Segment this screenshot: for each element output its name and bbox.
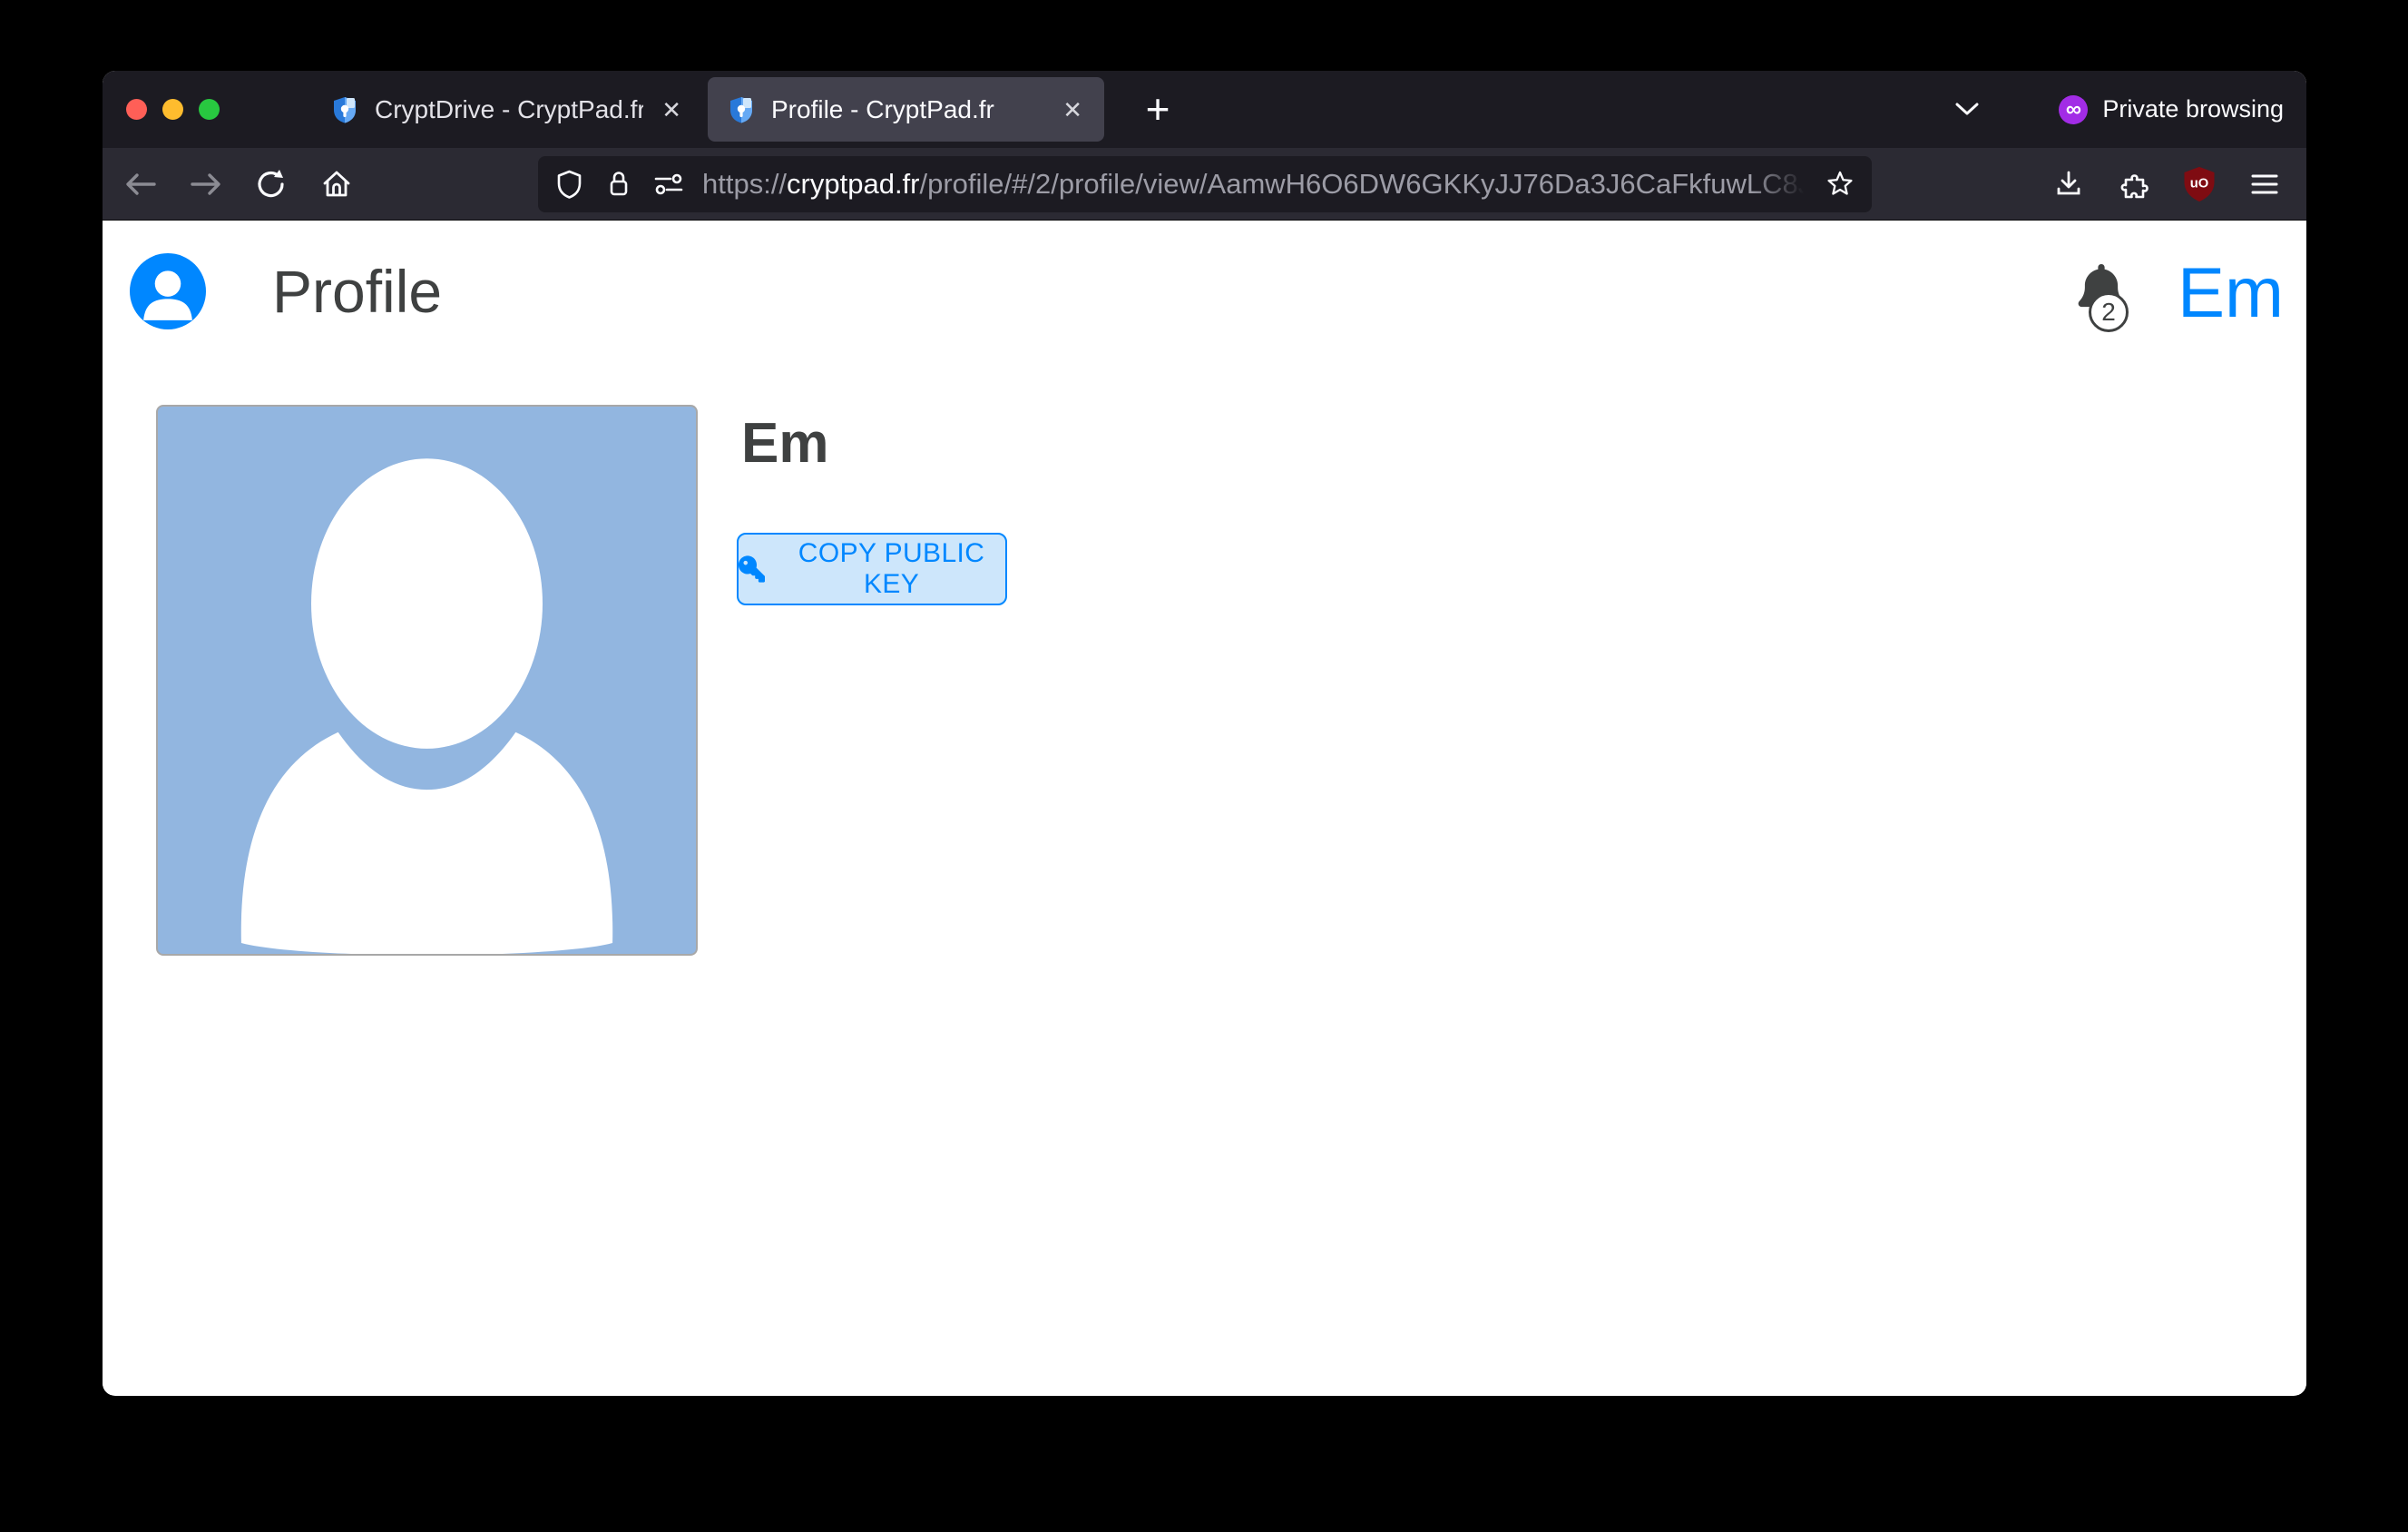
url-domain: cryptpad.fr	[787, 168, 919, 200]
new-tab-button[interactable]: +	[1132, 83, 1183, 134]
home-icon	[320, 168, 353, 201]
cryptpad-favicon	[329, 94, 360, 125]
menu-button[interactable]	[2241, 161, 2288, 208]
downloads-button[interactable]	[2045, 161, 2092, 208]
cryptpad-user-logo[interactable]	[130, 253, 206, 329]
url-path: /profile/#/2/profile/view/AamwH6O6DW6GKK…	[920, 168, 1815, 200]
private-browsing-label: Private browsing	[2102, 95, 2284, 123]
url-scheme: https://	[702, 168, 787, 200]
reload-icon	[255, 168, 288, 201]
navigation-toolbar: https://cryptpad.fr/profile/#/2/profile/…	[103, 148, 2306, 221]
user-menu-link[interactable]: Em	[2178, 257, 2284, 328]
private-browsing-indicator: ∞ Private browsing	[2059, 71, 2284, 148]
home-button[interactable]	[313, 161, 360, 208]
forward-button[interactable]	[182, 161, 230, 208]
chevron-down-icon	[1953, 100, 1981, 118]
tab-bar: CryptDrive - CryptPad.fr ✕ Profile - Cry…	[103, 71, 2306, 148]
list-all-tabs-button[interactable]	[1947, 91, 1987, 127]
nav-buttons	[103, 161, 360, 208]
tracking-protection-shield-icon[interactable]	[554, 169, 584, 200]
notification-count-badge: 2	[2089, 292, 2129, 332]
cryptpad-header: Profile	[130, 221, 442, 361]
copy-public-key-label: COPY PUBLIC KEY	[778, 538, 1005, 600]
puzzle-piece-icon	[2118, 168, 2150, 201]
permissions-settings-icon[interactable]	[653, 171, 684, 198]
svg-text:uO: uO	[2190, 176, 2209, 191]
forward-arrow-icon	[189, 170, 223, 199]
browser-window: CryptDrive - CryptPad.fr ✕ Profile - Cry…	[103, 71, 2306, 1396]
profile-avatar	[156, 405, 698, 956]
private-browsing-mask-icon: ∞	[2059, 95, 2088, 124]
tab-title: CryptDrive - CryptPad.fr	[375, 95, 643, 124]
back-arrow-icon	[123, 170, 158, 199]
close-window-button[interactable]	[126, 99, 147, 120]
key-icon	[739, 555, 765, 584]
site-security-icons	[554, 169, 684, 200]
url-field[interactable]: https://cryptpad.fr/profile/#/2/profile/…	[702, 168, 1814, 201]
hamburger-icon	[2249, 172, 2280, 197]
ublock-shield-icon: uO	[2181, 164, 2217, 204]
address-bar[interactable]: https://cryptpad.fr/profile/#/2/profile/…	[538, 156, 1872, 212]
cryptpad-favicon	[726, 94, 757, 125]
copy-public-key-button[interactable]: COPY PUBLIC KEY	[737, 533, 1007, 605]
download-icon	[2053, 169, 2084, 200]
toolbar-buttons: uO	[2045, 161, 2288, 208]
close-tab-icon[interactable]: ✕	[1059, 94, 1086, 125]
tab-cryptdrive[interactable]: CryptDrive - CryptPad.fr ✕	[311, 77, 703, 142]
extensions-button[interactable]	[2110, 161, 2158, 208]
page-content: Profile 2 Em Em COPY PUBLIC KEY	[103, 221, 2306, 1395]
tab-profile-active[interactable]: Profile - CryptPad.fr ✕	[708, 77, 1104, 142]
traffic-lights	[126, 99, 220, 120]
bookmark-star-button[interactable]	[1825, 170, 1855, 199]
close-tab-icon[interactable]: ✕	[658, 94, 685, 125]
tab-title: Profile - CryptPad.fr	[771, 95, 1044, 124]
reload-button[interactable]	[248, 161, 295, 208]
profile-display-name: Em	[741, 416, 828, 472]
page-title: Profile	[272, 257, 442, 326]
back-button[interactable]	[117, 161, 164, 208]
star-icon	[1825, 170, 1855, 199]
default-avatar-silhouette	[158, 407, 696, 954]
ublock-origin-button[interactable]: uO	[2176, 161, 2223, 208]
zoom-window-button[interactable]	[199, 99, 220, 120]
notifications-button[interactable]: 2	[2076, 264, 2129, 317]
minimize-window-button[interactable]	[162, 99, 183, 120]
lock-icon[interactable]	[604, 169, 633, 200]
